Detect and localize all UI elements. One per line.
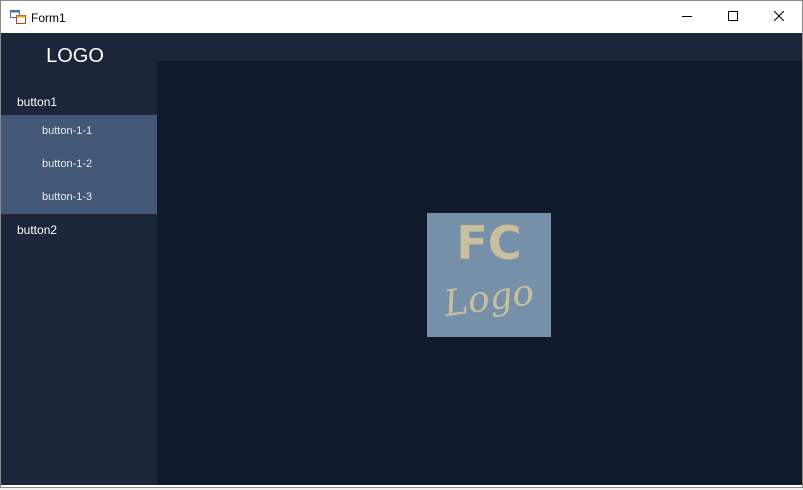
main-panel: FC Logo xyxy=(157,61,802,485)
button-1-3[interactable]: button-1-3 xyxy=(1,181,157,214)
close-icon xyxy=(773,8,785,26)
minimize-icon xyxy=(682,8,692,26)
window-title: Form1 xyxy=(31,11,66,25)
button-1-2[interactable]: button-1-2 xyxy=(1,148,157,181)
center-logo-image: FC Logo xyxy=(427,213,551,337)
client-area: LOGO button1 button-1-1 button-1-2 butto… xyxy=(1,33,802,485)
maximize-button[interactable] xyxy=(710,1,756,33)
close-button[interactable] xyxy=(756,1,802,33)
sidebar-logo: LOGO xyxy=(46,45,104,67)
minimize-button[interactable] xyxy=(664,1,710,33)
app-window: Form1 LOGO button1 button-1-1 button-1-2… xyxy=(0,0,803,488)
button-1-1[interactable]: button-1-1 xyxy=(1,115,157,148)
title-bar[interactable]: Form1 xyxy=(1,1,802,33)
submenu-panel: button-1-1 button-1-2 button-1-3 xyxy=(1,115,157,214)
button2[interactable]: button2 xyxy=(1,214,157,247)
sidebar-panel: LOGO button1 button-1-1 button-1-2 butto… xyxy=(1,33,157,485)
logo-fc-text: FC xyxy=(456,216,522,270)
app-icon[interactable] xyxy=(10,10,26,24)
top-strip xyxy=(157,33,802,61)
maximize-icon xyxy=(728,8,738,26)
logo-script-text: Logo xyxy=(441,271,537,326)
